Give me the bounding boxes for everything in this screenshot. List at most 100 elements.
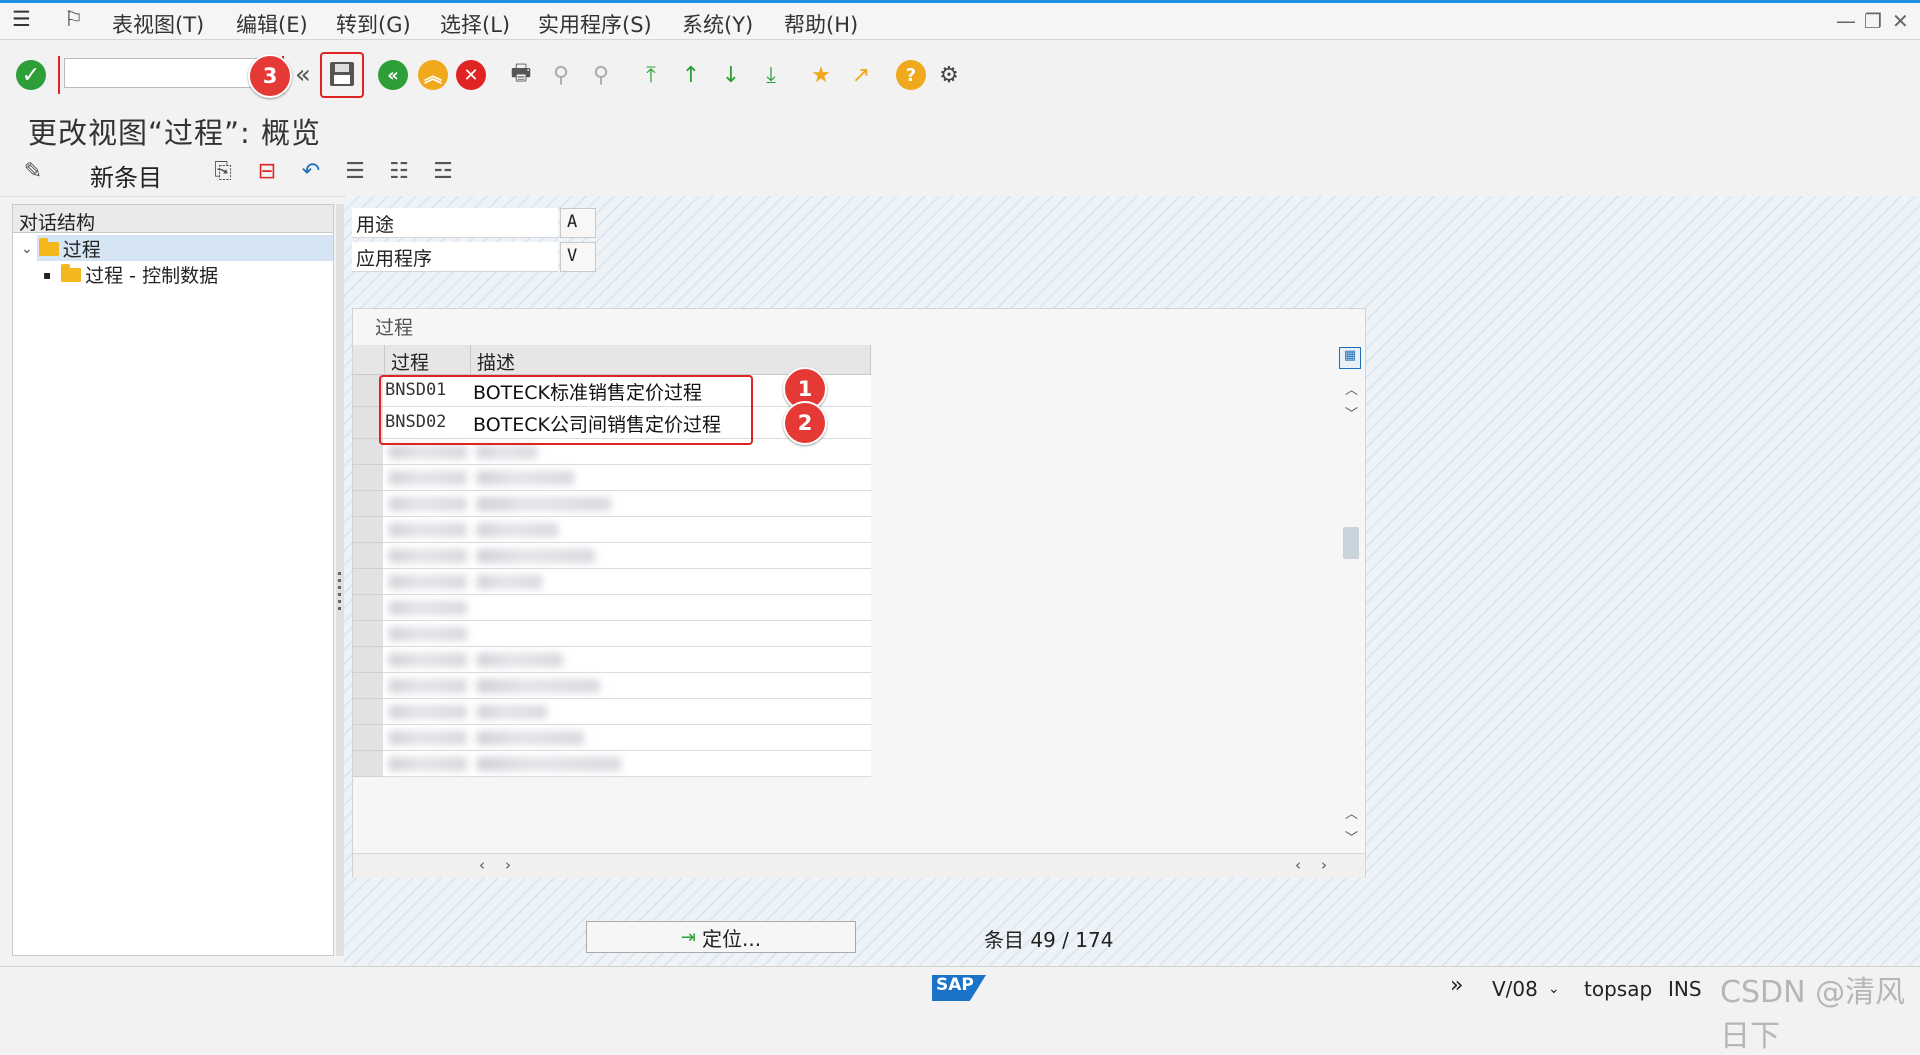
scroll-thumb[interactable] bbox=[1343, 527, 1359, 559]
check-icon[interactable]: ✓ bbox=[16, 60, 46, 90]
table-settings-icon[interactable]: ▦ bbox=[1339, 347, 1361, 369]
table-row-redacted[interactable] bbox=[353, 569, 871, 595]
system-id: V/08 bbox=[1492, 977, 1538, 1001]
save-button[interactable] bbox=[320, 52, 364, 98]
row-selector[interactable] bbox=[353, 725, 383, 751]
row-selector[interactable] bbox=[353, 673, 383, 699]
panel-splitter[interactable] bbox=[336, 204, 344, 956]
row-selector[interactable] bbox=[353, 595, 383, 621]
redacted-description bbox=[477, 705, 547, 719]
back-icon[interactable]: « bbox=[378, 60, 408, 90]
table-row-redacted[interactable] bbox=[353, 673, 871, 699]
row-selector[interactable] bbox=[353, 699, 383, 725]
select-block-icon[interactable]: ☷ bbox=[384, 156, 414, 186]
row-selector[interactable] bbox=[353, 465, 383, 491]
column-header-process[interactable]: 过程 bbox=[385, 345, 471, 375]
exit-icon[interactable]: ︽ bbox=[418, 60, 448, 90]
table-row-redacted[interactable] bbox=[353, 699, 871, 725]
scroll-down-icon[interactable]: ﹀ bbox=[1345, 827, 1358, 846]
display-change-icon[interactable]: ✎ bbox=[18, 156, 48, 186]
menu-help[interactable]: 帮助(H) bbox=[784, 9, 858, 39]
new-entries-button[interactable]: 新条目 bbox=[90, 158, 162, 193]
tree-node-process[interactable]: ⌄ 过程 bbox=[21, 235, 101, 262]
chevron-down-icon[interactable]: ⌄ bbox=[1548, 981, 1560, 997]
redacted-description bbox=[477, 471, 574, 485]
scroll-up-icon[interactable]: ︿ bbox=[1345, 803, 1358, 822]
cancel-icon[interactable]: ✕ bbox=[456, 60, 486, 90]
next-page-icon[interactable]: ↓ bbox=[716, 60, 746, 90]
redacted-description bbox=[477, 653, 563, 667]
minimize-icon[interactable]: — bbox=[1836, 9, 1856, 33]
last-page-icon[interactable]: ⤓ bbox=[756, 60, 786, 90]
first-page-icon[interactable]: ⤒ bbox=[636, 60, 666, 90]
redacted-code bbox=[389, 705, 467, 719]
purpose-value: A bbox=[560, 208, 596, 238]
menu-icon[interactable]: ☰ bbox=[12, 7, 31, 31]
find-icon[interactable]: ⚲ bbox=[546, 60, 576, 90]
row-selector[interactable] bbox=[353, 751, 383, 777]
menu-selection[interactable]: 选择(L) bbox=[440, 9, 510, 39]
menu-utilities[interactable]: 实用程序(S) bbox=[538, 9, 652, 39]
undo-icon[interactable]: ↶ bbox=[296, 156, 326, 186]
back-chevron-icon[interactable]: « bbox=[288, 60, 318, 90]
vertical-scrollbar[interactable]: ︿ ﹀ ︿ ﹀ bbox=[1341, 379, 1361, 879]
locate-label: 定位... bbox=[702, 926, 762, 951]
redacted-code bbox=[389, 575, 467, 589]
deselect-all-icon[interactable]: ☲ bbox=[428, 156, 458, 186]
print-icon[interactable]: 🖶 bbox=[506, 60, 536, 90]
table-row-redacted[interactable] bbox=[353, 751, 871, 777]
dialog-structure-panel: 对话结构 ⌄ 过程 ▪ 过程 - 控制数据 bbox=[12, 204, 334, 956]
scroll-left-icon[interactable]: ‹ bbox=[1295, 856, 1301, 874]
server-name: topsap bbox=[1584, 977, 1653, 1001]
tree-node-label: 过程 - 控制数据 bbox=[85, 265, 219, 287]
table-row-redacted[interactable] bbox=[353, 621, 871, 647]
scroll-left-icon[interactable]: ‹ bbox=[479, 856, 485, 874]
menu-table-view[interactable]: 表视图(T) bbox=[112, 9, 204, 39]
command-field[interactable] bbox=[64, 58, 260, 88]
help-icon[interactable]: ? bbox=[896, 60, 926, 90]
settings-icon[interactable]: ⚙ bbox=[934, 60, 964, 90]
table-row-redacted[interactable] bbox=[353, 595, 871, 621]
previous-page-icon[interactable]: ↑ bbox=[676, 60, 706, 90]
row-selector[interactable] bbox=[353, 491, 383, 517]
row-selector[interactable] bbox=[353, 647, 383, 673]
horizontal-scrollbar[interactable]: ‹ › ‹ › bbox=[353, 853, 1365, 878]
table-row-redacted[interactable] bbox=[353, 491, 871, 517]
new-session-icon[interactable]: ★ bbox=[806, 60, 836, 90]
sap-logo: SAP bbox=[932, 975, 986, 1001]
table-row-redacted[interactable] bbox=[353, 465, 871, 491]
select-all-column[interactable] bbox=[353, 345, 385, 375]
flag-icon[interactable]: ⚐ bbox=[64, 7, 83, 31]
highlight-box bbox=[379, 375, 753, 445]
menu-system[interactable]: 系统(Y) bbox=[682, 9, 753, 39]
scroll-up-icon[interactable]: ︿ bbox=[1345, 379, 1358, 398]
row-selector[interactable] bbox=[353, 517, 383, 543]
copy-icon[interactable]: ⎘ bbox=[208, 156, 238, 186]
select-all-icon[interactable]: ☰ bbox=[340, 156, 370, 186]
application-toolbar: ✎ 新条目 ⎘ ⊟ ↶ ☰ ☷ ☲ bbox=[0, 152, 1920, 197]
menu-goto[interactable]: 转到(G) bbox=[336, 9, 411, 39]
find-next-icon[interactable]: ⚲ bbox=[586, 60, 616, 90]
scroll-down-icon[interactable]: ﹀ bbox=[1345, 403, 1358, 422]
table-row-redacted[interactable] bbox=[353, 543, 871, 569]
tree-node-process-control[interactable]: ▪ 过程 - 控制数据 bbox=[43, 261, 218, 288]
row-selector[interactable] bbox=[353, 569, 383, 595]
chevron-down-icon[interactable]: ⌄ bbox=[21, 241, 33, 257]
row-selector[interactable] bbox=[353, 543, 383, 569]
table-row-redacted[interactable] bbox=[353, 647, 871, 673]
table-row-redacted[interactable] bbox=[353, 517, 871, 543]
scroll-right-icon[interactable]: › bbox=[1321, 856, 1327, 874]
redacted-description bbox=[477, 497, 611, 511]
shortcut-icon[interactable]: ↗ bbox=[846, 60, 876, 90]
delete-icon[interactable]: ⊟ bbox=[252, 156, 282, 186]
maximize-icon[interactable]: ❐ bbox=[1864, 9, 1882, 33]
expand-status-icon[interactable]: » bbox=[1450, 973, 1463, 998]
application-value: V bbox=[560, 242, 596, 272]
scroll-right-icon[interactable]: › bbox=[505, 856, 511, 874]
close-icon[interactable]: ✕ bbox=[1892, 9, 1909, 33]
row-selector[interactable] bbox=[353, 621, 383, 647]
menu-edit[interactable]: 编辑(E) bbox=[236, 9, 308, 39]
table-row-redacted[interactable] bbox=[353, 725, 871, 751]
redacted-code bbox=[389, 653, 467, 667]
locate-button[interactable]: ⇥ 定位... bbox=[586, 921, 856, 953]
